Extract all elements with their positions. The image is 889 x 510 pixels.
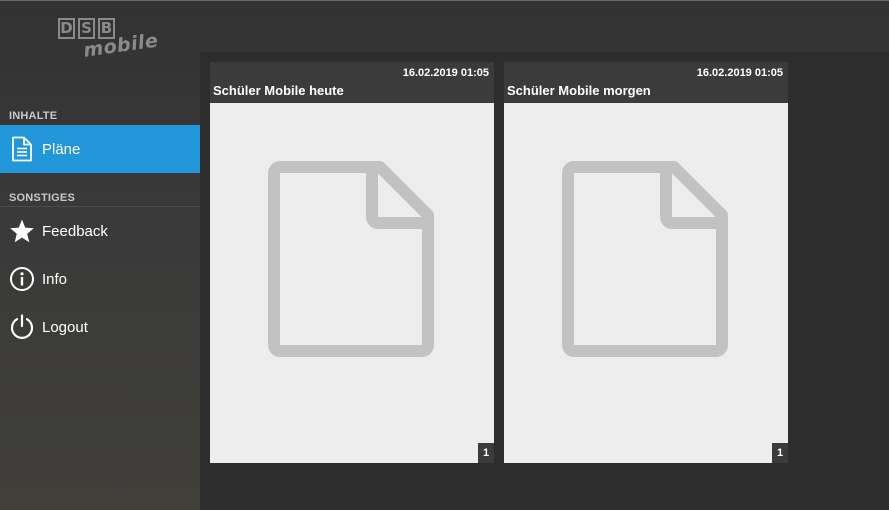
sidebar-item-plaene[interactable]: Pläne — [0, 125, 200, 173]
plan-preview[interactable]: 1 — [504, 103, 788, 463]
file-placeholder-icon — [562, 161, 730, 362]
plans-content-area: 16.02.2019 01:05 Schüler Mobile heute 1 … — [200, 52, 889, 510]
document-icon — [9, 136, 35, 162]
dsb-mobile-logo: D S B mobile — [58, 18, 160, 70]
star-icon — [9, 218, 35, 244]
power-icon — [9, 314, 35, 340]
sidebar-item-info[interactable]: Info — [0, 255, 200, 303]
sidebar-item-label: Pläne — [42, 140, 81, 158]
plan-title: Schüler Mobile morgen — [507, 83, 651, 98]
plan-preview[interactable]: 1 — [210, 103, 494, 463]
logo-letter: D — [58, 18, 75, 39]
sidebar-item-logout[interactable]: Logout — [0, 303, 200, 351]
sidebar-item-label: Logout — [42, 318, 88, 336]
plan-date: 16.02.2019 01:05 — [696, 67, 783, 79]
page-count-badge: 1 — [772, 443, 788, 463]
sidebar-item-label: Info — [42, 270, 68, 288]
plan-card[interactable]: 16.02.2019 01:05 Schüler Mobile morgen 1 — [504, 62, 788, 463]
file-placeholder-icon — [268, 161, 436, 362]
section-title-sonstiges: SONSTIGES — [9, 192, 75, 204]
section-title-inhalte: INHALTE — [9, 110, 58, 122]
sidebar: D S B mobile INHALTE Pläne SONSTIGES Fee… — [0, 0, 200, 510]
plan-date: 16.02.2019 01:05 — [402, 67, 489, 79]
page-count-badge: 1 — [478, 443, 494, 463]
sidebar-item-label: Feedback — [42, 222, 108, 240]
logo-letter: S — [78, 18, 95, 39]
info-icon — [9, 266, 35, 292]
sidebar-item-feedback[interactable]: Feedback — [0, 207, 200, 255]
plan-card[interactable]: 16.02.2019 01:05 Schüler Mobile heute 1 — [210, 62, 494, 463]
plan-title: Schüler Mobile heute — [213, 83, 344, 98]
